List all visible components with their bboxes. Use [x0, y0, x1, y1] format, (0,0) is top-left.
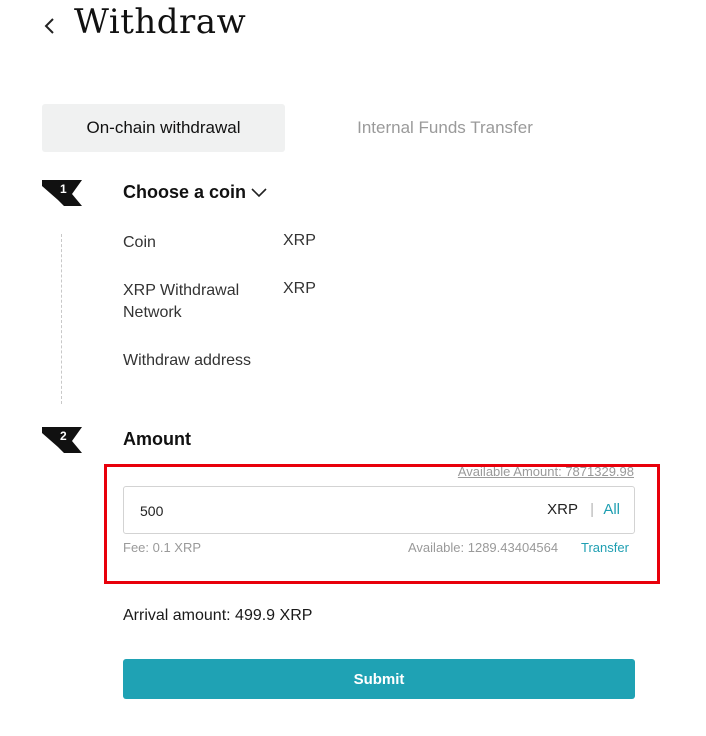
chevron-left-icon[interactable]	[40, 14, 60, 38]
coin-value: XRP	[283, 232, 316, 249]
chevron-down-icon[interactable]	[251, 188, 267, 198]
step-1-badge: 1	[42, 180, 82, 206]
page-title: Withdraw	[74, 2, 247, 42]
tab-internal-funds-transfer[interactable]: Internal Funds Transfer	[300, 104, 590, 152]
choose-coin-title[interactable]: Choose a coin	[123, 182, 246, 203]
coin-label: Coin	[123, 234, 156, 251]
arrival-amount: Arrival amount: 499.9 XRP	[123, 607, 313, 624]
submit-button[interactable]: Submit	[123, 659, 635, 699]
step-2-badge: 2	[42, 427, 82, 453]
network-label: XRP Withdrawal Network	[123, 282, 240, 321]
amount-title: Amount	[123, 429, 191, 449]
tab-on-chain-withdrawal[interactable]: On-chain withdrawal	[42, 104, 285, 152]
step-1-number: 1	[60, 182, 67, 196]
step-2-number: 2	[60, 429, 67, 443]
step-connector-line	[61, 234, 62, 404]
highlight-annotation-box	[104, 464, 660, 584]
withdraw-address-label: Withdraw address	[123, 352, 252, 369]
network-value: XRP	[283, 280, 316, 297]
